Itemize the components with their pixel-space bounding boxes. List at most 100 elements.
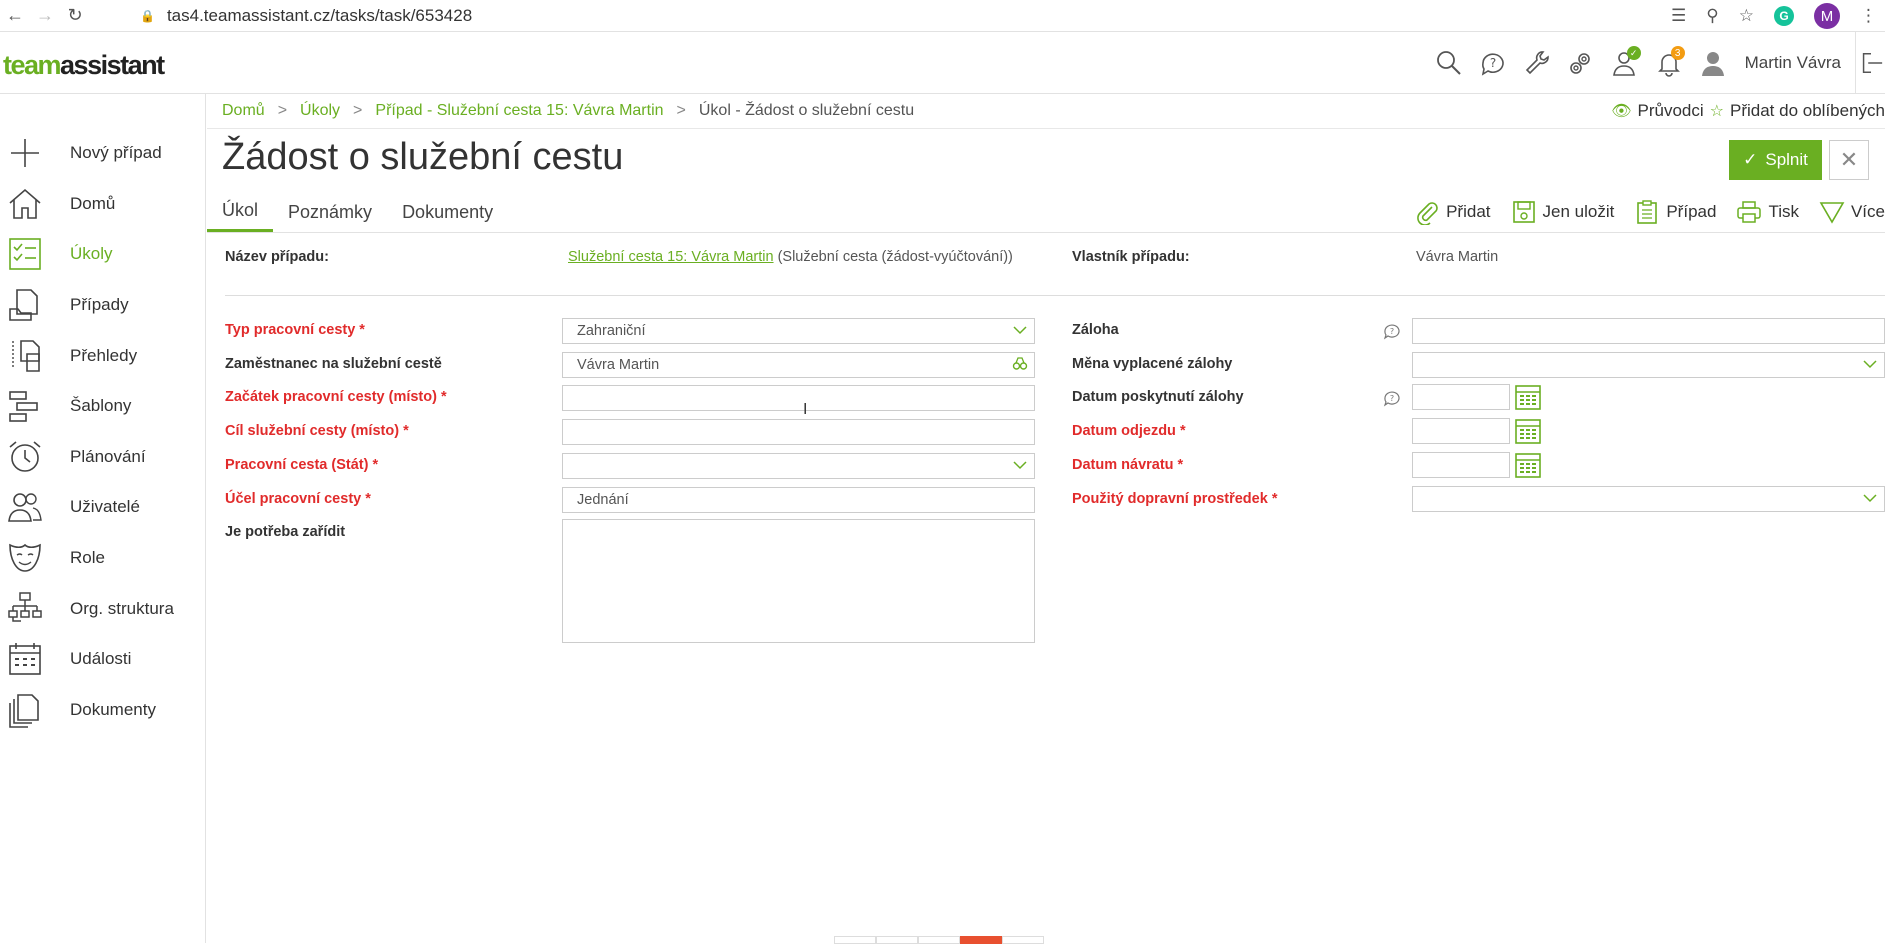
case-name-label: Název případu: — [225, 249, 329, 265]
departure-date-input[interactable] — [1412, 418, 1510, 444]
breadcrumb-separator: > — [353, 102, 363, 119]
breadcrumb-home[interactable]: Domů — [222, 102, 265, 120]
bookmark-star-icon[interactable]: ☆ — [1739, 6, 1754, 26]
sidebar-item-home[interactable]: Domů — [0, 179, 205, 230]
chevron-down-icon — [1863, 360, 1877, 369]
cases-icon — [0, 287, 70, 323]
sidebar-item-templates[interactable]: Šablony — [0, 381, 205, 432]
app-header: teamassistant ? ✓ 3 Martin Vávra — [0, 32, 1885, 94]
case-button[interactable]: Případ — [1634, 199, 1716, 225]
employee-field[interactable]: Vávra Martin — [562, 352, 1035, 378]
search-icon[interactable] — [1427, 32, 1471, 94]
breadcrumb-tasks[interactable]: Úkoly — [300, 102, 340, 120]
overviews-icon — [0, 338, 70, 374]
sidebar-item-users[interactable]: Uživatelé — [0, 482, 205, 533]
advance-currency-label: Měna vyplacené zálohy — [1072, 356, 1233, 372]
trip-purpose-input[interactable]: Jednání — [562, 487, 1035, 513]
add-favorite-link[interactable]: Přidat do oblíbených — [1730, 101, 1885, 121]
text-cursor-icon: I — [803, 401, 808, 418]
sidebar-item-label: Případy — [70, 295, 129, 315]
trip-destination-label: Cíl služební cesty (místo) * — [225, 423, 409, 439]
wrench-icon[interactable] — [1515, 32, 1559, 94]
sidebar-item-org-structure[interactable]: Org. struktura — [0, 583, 205, 634]
sidebar-item-documents[interactable]: Dokumenty — [0, 685, 205, 736]
return-date-label: Datum návratu * — [1072, 457, 1184, 473]
help-icon[interactable]: ? — [1383, 322, 1401, 340]
sidebar-item-label: Domů — [70, 193, 116, 213]
org-chart-icon — [0, 591, 70, 627]
address-bar[interactable]: tas4.teamassistant.cz/tasks/task/653428 — [167, 6, 472, 26]
sidebar-item-label: Přehledy — [70, 345, 138, 365]
profile-avatar[interactable]: M — [1814, 3, 1840, 29]
grammarly-icon[interactable]: G — [1774, 6, 1794, 26]
alarm-clock-icon — [0, 439, 70, 475]
chevron-down-icon — [1013, 326, 1027, 335]
help-icon[interactable]: ? — [1383, 389, 1401, 407]
case-owner-value: Vávra Martin — [1416, 249, 1499, 265]
advance-currency-select[interactable] — [1412, 352, 1885, 378]
sidebar-item-tasks[interactable]: Úkoly — [0, 229, 205, 280]
done-button[interactable]: ✓ Splnit — [1729, 140, 1822, 180]
sidebar-item-cases[interactable]: Případy — [0, 280, 205, 331]
task-toolbar: Přidat Jen uložit Případ Tisk Více — [1414, 194, 1885, 230]
user-name[interactable]: Martin Vávra — [1745, 53, 1841, 73]
trip-start-input[interactable] — [562, 385, 1035, 411]
more-button[interactable]: Více — [1819, 199, 1885, 225]
calendar-picker-icon[interactable] — [1514, 417, 1542, 445]
notifications-bell-icon[interactable]: 3 — [1647, 32, 1691, 94]
advance-date-input[interactable] — [1412, 384, 1510, 410]
help-icon[interactable]: ? — [1471, 32, 1515, 94]
svg-text:?: ? — [1390, 394, 1394, 403]
close-button[interactable]: ✕ — [1829, 140, 1869, 180]
needs-arranging-textarea[interactable] — [562, 519, 1035, 643]
translate-icon[interactable]: ☰ — [1671, 6, 1686, 26]
advance-input[interactable] — [1412, 318, 1885, 344]
tab-documents[interactable]: Dokumenty — [387, 192, 508, 232]
transport-select[interactable] — [1412, 486, 1885, 512]
case-name-suffix: (Služební cesta (žádost-vyúčtování)) — [777, 249, 1013, 265]
browser-toolbar: ← → ↻ 🔒 tas4.teamassistant.cz/tasks/task… — [0, 0, 1885, 32]
calendar-picker-icon[interactable] — [1514, 383, 1542, 411]
trip-destination-input[interactable] — [562, 419, 1035, 445]
case-name-link[interactable]: Služební cesta 15: Vávra Martin — [568, 249, 774, 265]
print-button[interactable]: Tisk — [1736, 199, 1799, 225]
settings-gears-icon[interactable] — [1559, 32, 1603, 94]
sidebar-item-events[interactable]: Události — [0, 634, 205, 685]
zoom-icon[interactable]: ⚲ — [1706, 6, 1718, 26]
divider — [207, 128, 1885, 129]
back-icon[interactable]: ← — [0, 1, 30, 31]
printer-icon — [1737, 201, 1762, 223]
sidebar-item-roles[interactable]: Role — [0, 533, 205, 584]
save-only-button[interactable]: Jen uložit — [1511, 199, 1614, 225]
reload-icon[interactable]: ↻ — [60, 1, 90, 31]
divider — [207, 232, 1885, 233]
sidebar-item-label: Plánování — [70, 446, 146, 466]
add-attachment-button[interactable]: Přidat — [1414, 199, 1491, 225]
calendar-picker-icon[interactable] — [1514, 451, 1542, 479]
guide-link[interactable]: Průvodci — [1638, 101, 1704, 121]
browser-menu-icon[interactable]: ⋮ — [1860, 6, 1877, 26]
case-name-value: Služební cesta 15: Vávra Martin (Služebn… — [568, 249, 1013, 265]
sidebar-item-label: Úkoly — [70, 244, 113, 264]
tab-notes[interactable]: Poznámky — [273, 192, 387, 232]
teamassistant-logo[interactable]: teamassistant — [3, 50, 165, 81]
sidebar-item-label: Nový případ — [70, 143, 162, 163]
user-avatar-icon[interactable] — [1691, 32, 1735, 94]
sidebar-item-new-case[interactable]: Nový případ — [0, 128, 205, 179]
substitute-user-icon[interactable]: ✓ — [1603, 32, 1647, 94]
documents-icon — [0, 692, 70, 728]
divider — [225, 295, 1885, 296]
advance-date-label: Datum poskytnutí zálohy — [1072, 389, 1244, 405]
main-content: Domů > Úkoly > Případ - Služební cesta 1… — [207, 94, 1885, 944]
tab-task[interactable]: Úkol — [207, 192, 274, 232]
sidebar-item-overviews[interactable]: Přehledy — [0, 330, 205, 381]
trip-type-select[interactable]: Zahraniční — [562, 318, 1035, 344]
return-date-input[interactable] — [1412, 452, 1510, 478]
sidebar-item-label: Šablony — [70, 396, 132, 416]
forward-icon[interactable]: → — [30, 1, 60, 31]
case-owner-label: Vlastník případu: — [1072, 249, 1190, 265]
logout-icon[interactable] — [1855, 32, 1885, 94]
sidebar-item-planning[interactable]: Plánování — [0, 432, 205, 483]
breadcrumb-case[interactable]: Případ - Služební cesta 15: Vávra Martin — [375, 102, 663, 120]
trip-country-select[interactable] — [562, 453, 1035, 479]
